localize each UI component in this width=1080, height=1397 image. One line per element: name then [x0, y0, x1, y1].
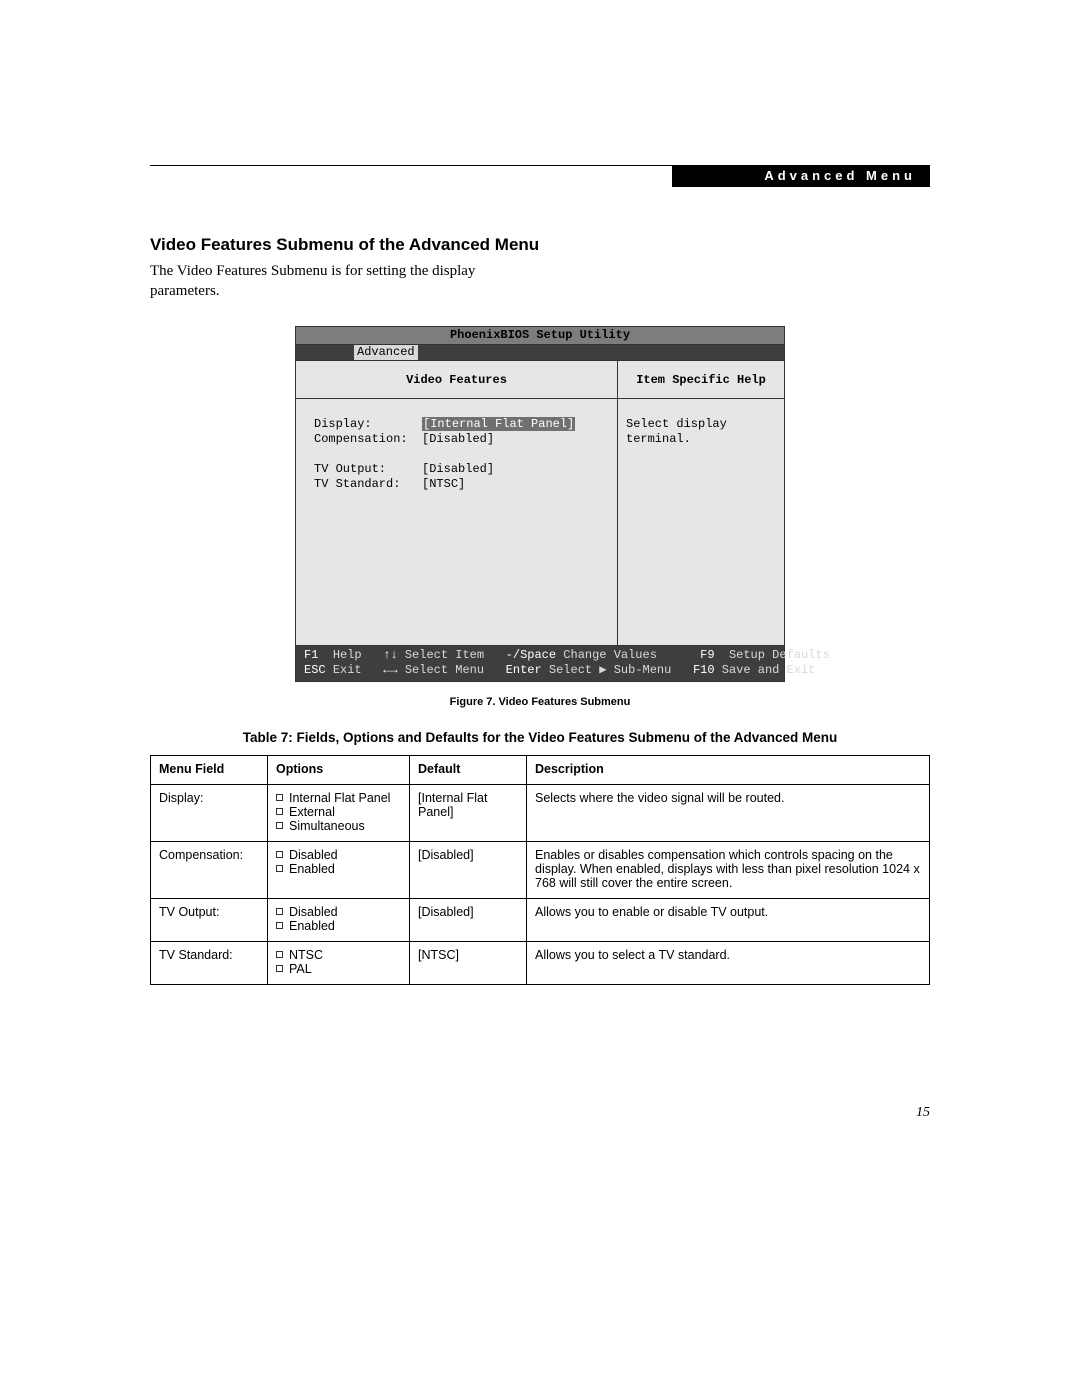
bios-row-tvstandard-value: [NTSC] [422, 477, 465, 491]
bios-key-f9: F9 [700, 648, 714, 662]
cell-options: NTSCPAL [268, 941, 410, 984]
cell-menu-field: TV Standard: [151, 941, 268, 984]
th-default: Default [410, 755, 527, 784]
cell-default: [Disabled] [410, 898, 527, 941]
bios-row-compensation-label: Compensation: [314, 432, 408, 446]
bios-tab-advanced: Advanced [354, 345, 418, 360]
cell-menu-field: Compensation: [151, 841, 268, 898]
list-item: Enabled [276, 862, 401, 876]
bios-key-help-label: Help [333, 648, 362, 662]
header-section-label: Advanced Menu [672, 165, 930, 187]
bios-settings-area: Display: [Internal Flat Panel] Compensat… [296, 399, 617, 645]
table-header-row: Menu Field Options Default Description [151, 755, 930, 784]
bios-screenshot: PhoenixBIOS Setup Utility Advanced Video… [295, 326, 785, 682]
bios-row-tvoutput-value: [Disabled] [422, 462, 494, 476]
bios-row-tvoutput-label: TV Output: [314, 462, 386, 476]
bios-left-heading: Video Features [296, 361, 617, 399]
list-item: Disabled [276, 848, 401, 862]
list-item: Enabled [276, 919, 401, 933]
bios-right-heading: Item Specific Help [618, 361, 784, 399]
cell-menu-field: TV Output: [151, 898, 268, 941]
bios-key-enter: Enter [506, 663, 542, 677]
table-title: Table 7: Fields, Options and Defaults fo… [150, 730, 930, 745]
list-item: Disabled [276, 905, 401, 919]
bios-key-minus-space: -/Space [506, 648, 556, 662]
bios-save-exit: Save and Exit [722, 663, 816, 677]
bios-select-submenu: Select ▶ Sub-Menu [549, 663, 671, 677]
table-row: TV Output:DisabledEnabled[Disabled]Allow… [151, 898, 930, 941]
bios-key-f1: F1 [304, 648, 318, 662]
list-item: PAL [276, 962, 401, 976]
bios-row-tvstandard-label: TV Standard: [314, 477, 400, 491]
bios-row-display-label: Display: [314, 417, 372, 431]
intro-paragraph: The Video Features Submenu is for settin… [150, 261, 490, 302]
table-row: TV Standard:NTSCPAL[NTSC]Allows you to s… [151, 941, 930, 984]
cell-description: Allows you to enable or disable TV outpu… [527, 898, 930, 941]
bios-row-display-value: [Internal Flat Panel] [422, 417, 575, 431]
list-item: External [276, 805, 401, 819]
bios-key-exit-label: Exit [333, 663, 362, 677]
cell-options: Internal Flat PanelExternalSimultaneous [268, 784, 410, 841]
cell-description: Selects where the video signal will be r… [527, 784, 930, 841]
fields-table: Menu Field Options Default Description D… [150, 755, 930, 985]
figure-caption: Figure 7. Video Features Submenu [150, 696, 930, 708]
bios-title: PhoenixBIOS Setup Utility [296, 327, 784, 345]
bios-select-menu: Select Menu [405, 663, 484, 677]
th-description: Description [527, 755, 930, 784]
th-menu-field: Menu Field [151, 755, 268, 784]
bios-key-f10: F10 [693, 663, 715, 677]
bios-tab-bar: Advanced [296, 345, 784, 361]
cell-options: DisabledEnabled [268, 898, 410, 941]
bios-footer: F1 Help ↑↓ Select Item -/Space Change Va… [296, 646, 784, 681]
list-item: NTSC [276, 948, 401, 962]
bios-key-updown: ↑↓ [383, 648, 397, 662]
bios-select-item: Select Item [405, 648, 484, 662]
bios-key-leftright: ←→ [383, 663, 397, 677]
list-item: Simultaneous [276, 819, 401, 833]
section-title: Video Features Submenu of the Advanced M… [150, 235, 930, 255]
cell-description: Allows you to select a TV standard. [527, 941, 930, 984]
bios-setup-defaults: Setup Defaults [729, 648, 830, 662]
cell-menu-field: Display: [151, 784, 268, 841]
th-options: Options [268, 755, 410, 784]
list-item: Internal Flat Panel [276, 791, 401, 805]
cell-default: [Internal Flat Panel] [410, 784, 527, 841]
bios-help-text: Select display terminal. [618, 399, 784, 645]
cell-description: Enables or disables compensation which c… [527, 841, 930, 898]
table-row: Compensation:DisabledEnabled[Disabled]En… [151, 841, 930, 898]
page-number: 15 [150, 1105, 930, 1121]
bios-row-compensation-value: [Disabled] [422, 432, 494, 446]
table-row: Display:Internal Flat PanelExternalSimul… [151, 784, 930, 841]
cell-options: DisabledEnabled [268, 841, 410, 898]
cell-default: [NTSC] [410, 941, 527, 984]
bios-change-values: Change Values [563, 648, 657, 662]
cell-default: [Disabled] [410, 841, 527, 898]
bios-key-esc: ESC [304, 663, 326, 677]
